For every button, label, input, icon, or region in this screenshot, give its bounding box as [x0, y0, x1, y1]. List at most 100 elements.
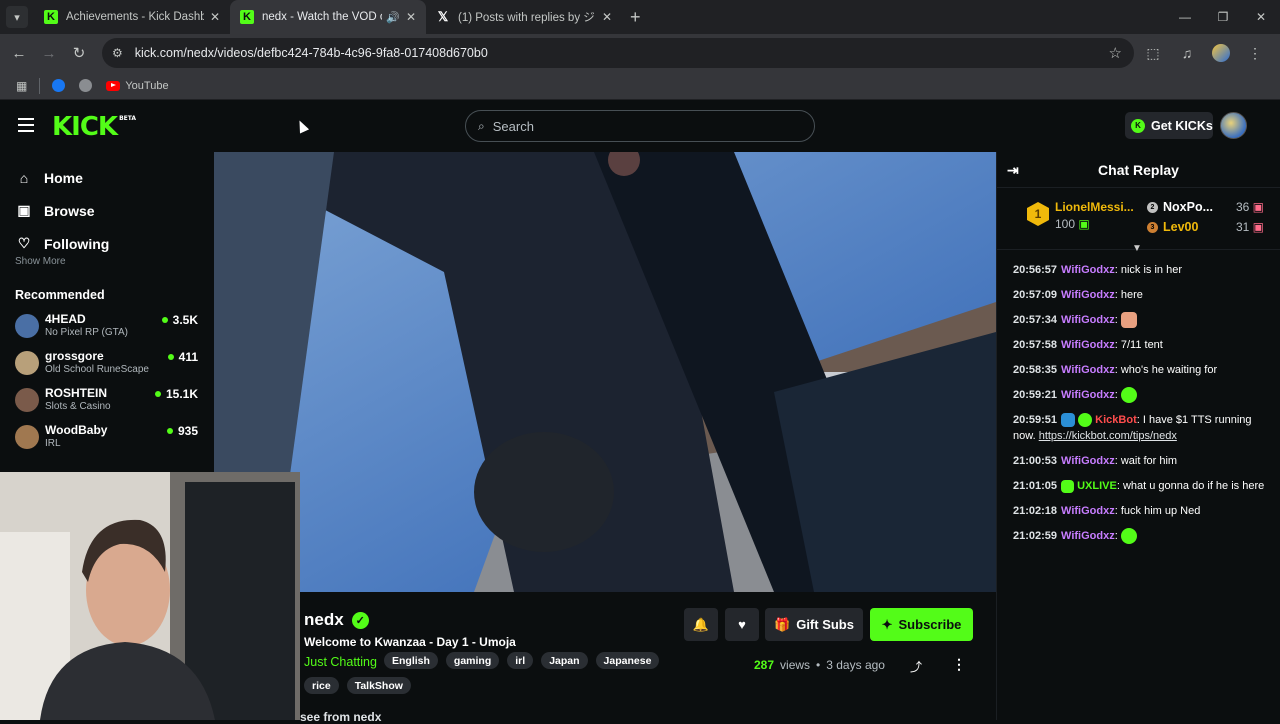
gift-subs-label: Gift Subs [796, 617, 854, 632]
chat-username[interactable]: KickBot [1095, 414, 1137, 426]
top-gifter-name[interactable]: LionelMessi... [1055, 200, 1134, 214]
sub-badge-icon [1061, 479, 1075, 493]
follow-button[interactable]: ♥ [725, 608, 759, 641]
tab-nedx-vod[interactable]: K nedx - Watch the VOD on K 🔊 ✕ [230, 0, 426, 34]
sidebar-item-label: Browse [44, 202, 95, 219]
url-bar[interactable]: ⚙ kick.com/nedx/videos/defbc424-784b-4c9… [102, 38, 1134, 68]
chat-message: 20:56:57 WifiGodxz: nick is in her [1013, 264, 1182, 276]
views-count: 287 [754, 658, 775, 672]
timestamp: 20:59:51 [1013, 414, 1058, 427]
chat-username[interactable]: WifiGodxz [1061, 264, 1115, 276]
site-info-icon[interactable]: ⚙ [112, 46, 123, 60]
close-icon[interactable]: ✕ [210, 10, 220, 24]
minimize-icon[interactable]: — [1166, 0, 1204, 34]
media-control-icon[interactable]: ♫ [1172, 38, 1202, 68]
chat-username[interactable]: WifiGodxz [1061, 455, 1115, 467]
tag[interactable]: Japanese [595, 652, 660, 669]
reload-icon[interactable]: ↻ [64, 38, 94, 68]
chat-username[interactable]: WifiGodxz [1061, 314, 1115, 326]
tab-x-posts[interactable]: 𝕏 (1) Posts with replies by ジョニー ✕ [426, 0, 622, 34]
chat-username[interactable]: WifiGodxz [1061, 389, 1115, 401]
window-close-icon[interactable]: ✕ [1242, 0, 1280, 34]
sidebar-item-home[interactable]: ⌂ Home [0, 161, 214, 194]
maximize-icon[interactable]: ❐ [1204, 0, 1242, 34]
kick-logo[interactable]: KICK BETA [52, 114, 136, 140]
chat-username[interactable]: WifiGodxz [1061, 505, 1115, 517]
close-icon[interactable]: ✕ [406, 10, 416, 24]
verified-badge-icon [1078, 413, 1093, 428]
video-player[interactable] [214, 152, 996, 592]
show-more-link[interactable]: Show More [0, 256, 214, 270]
collapse-chat-icon[interactable]: ⇥ [1007, 162, 1019, 179]
channel-category: No Pixel RP (GTA) [45, 327, 128, 338]
chat-username[interactable]: WifiGodxz [1061, 364, 1115, 376]
facebook-icon[interactable] [52, 79, 66, 92]
share-icon[interactable]: ⤴ [910, 658, 922, 675]
speaker-icon[interactable]: 🔊 [386, 11, 400, 24]
channel-name: 4HEAD [45, 312, 86, 326]
more-options-icon[interactable]: ⋮ [952, 656, 966, 673]
apps-icon[interactable]: ▦ [16, 79, 27, 93]
bookmark-star-icon[interactable]: ☆ [1109, 44, 1122, 62]
viewer-count: 411 [167, 350, 198, 364]
new-tab-button[interactable]: + [630, 7, 641, 28]
message-text: what u gonna do if he is here [1122, 480, 1265, 493]
message-link[interactable]: https://kickbot.com/tips/nedx [1039, 430, 1177, 442]
channel-name: WoodBaby [45, 423, 108, 437]
gift-icon: 🎁 [774, 616, 791, 632]
chat-title: Chat Replay [1098, 161, 1179, 178]
tab-search-button[interactable]: ▾ [6, 6, 28, 28]
hamburger-menu-icon[interactable] [18, 118, 34, 136]
stream-info: nedx ✓ Welcome to Kwanzaa - Day 1 - Umoj… [300, 592, 996, 724]
youtube-icon [106, 80, 121, 91]
menu-icon[interactable]: ⋮ [1240, 38, 1270, 68]
gift-subs-button[interactable]: 🎁 Gift Subs [765, 608, 863, 641]
chat-message: 21:01:05 UXLIVE: what u gonna do if he i… [1013, 479, 1265, 493]
second-gifter[interactable]: 2 NoxPo... [1147, 200, 1213, 214]
close-icon[interactable]: ✕ [602, 10, 612, 24]
channel-name[interactable]: nedx ✓ [304, 610, 369, 630]
chat-message: 21:00:53 WifiGodxz: wait for him [1013, 455, 1178, 468]
get-kicks-button[interactable]: K Get KICKs [1125, 112, 1213, 139]
third-gifter[interactable]: 3 Lev00 [1147, 220, 1198, 234]
tag[interactable]: gaming [445, 652, 500, 669]
forward-icon[interactable]: → [34, 38, 64, 68]
tab-kick-dashboard[interactable]: K Achievements - Kick Dashboard ✕ [34, 0, 230, 34]
list-item[interactable]: WoodBaby IRL 935 [0, 423, 214, 460]
chat-username[interactable]: WifiGodxz [1061, 339, 1115, 351]
subscribe-button[interactable]: ✦ Subscribe [870, 608, 973, 641]
category-link[interactable]: Just Chatting [304, 655, 377, 669]
profile-icon[interactable] [1206, 38, 1236, 68]
globe-icon[interactable] [79, 79, 93, 92]
chat-username[interactable]: UXLIVE [1077, 480, 1117, 492]
search-input[interactable]: ⌕ Search [465, 110, 815, 142]
timestamp: 21:02:59 [1013, 530, 1058, 543]
chat-username[interactable]: WifiGodxz [1061, 530, 1115, 542]
sidebar-item-browse[interactable]: ▣ Browse [0, 194, 214, 227]
timestamp: 21:01:05 [1013, 480, 1058, 493]
bookmark-youtube[interactable]: YouTube [106, 79, 169, 92]
notification-bell-button[interactable]: 🔔 [684, 608, 718, 641]
list-item[interactable]: grossgore Old School RuneScape 411 [0, 349, 214, 386]
chat-messages: 20:56:57 WifiGodxz: nick is in her 20:57:… [997, 250, 1280, 545]
gift-count: 31 [1235, 220, 1250, 234]
tag[interactable]: TalkShow [346, 677, 411, 694]
tag[interactable]: Japan [541, 652, 588, 669]
bookmark-label: YouTube [125, 79, 169, 92]
expand-leaderboard-icon[interactable]: ▼ [1132, 243, 1142, 254]
channel-category: Old School RuneScape [45, 364, 149, 375]
chat-username[interactable]: WifiGodxz [1061, 289, 1115, 301]
list-item[interactable]: ROSHTEIN Slots & Casino 15.1K [0, 386, 214, 423]
list-item[interactable]: 4HEAD No Pixel RP (GTA) 3.5K [0, 312, 214, 349]
sidebar-item-label: Following [44, 235, 110, 252]
user-avatar[interactable] [1220, 112, 1247, 139]
viewer-count: 3.5K [161, 313, 198, 327]
viewer-count: 15.1K [154, 387, 198, 401]
extensions-icon[interactable]: ⬚ [1138, 38, 1168, 68]
back-icon[interactable]: ← [4, 38, 34, 68]
x-favicon-icon: 𝕏 [437, 9, 449, 24]
rank-badge-icon: 1 [1027, 202, 1049, 226]
tag[interactable]: English [384, 652, 438, 669]
tag[interactable]: irl [507, 652, 534, 669]
tag[interactable]: rice [304, 677, 339, 694]
